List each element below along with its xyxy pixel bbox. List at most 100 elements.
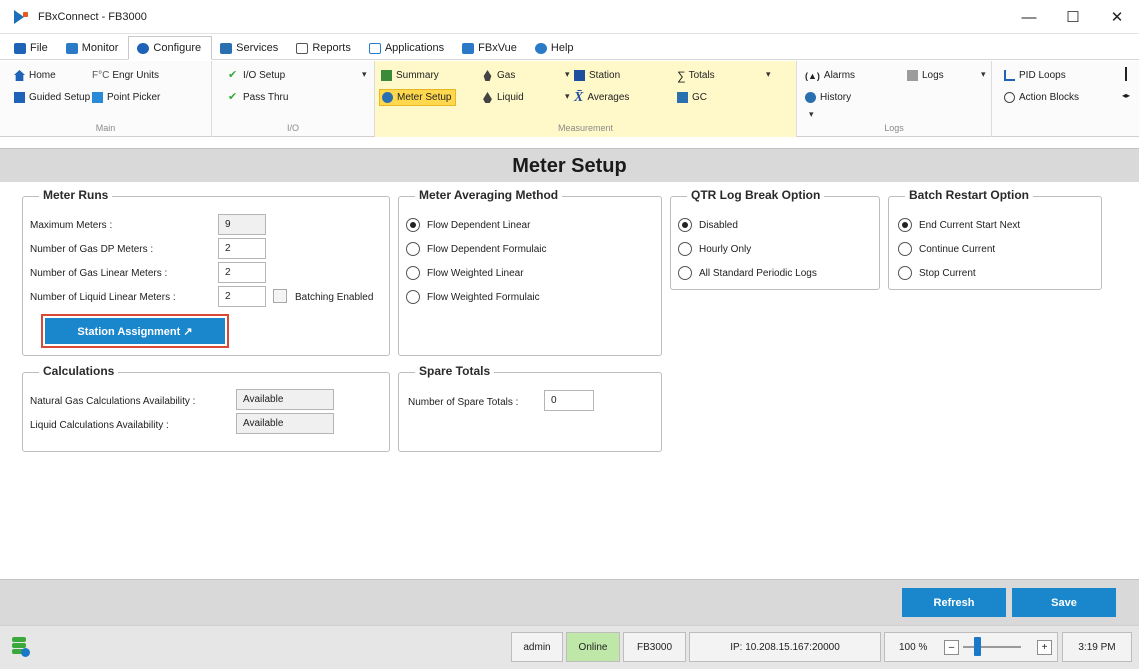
report-icon bbox=[296, 42, 309, 54]
chevron-down-icon[interactable]: ▾ bbox=[981, 69, 986, 80]
maximize-button[interactable]: ☐ bbox=[1051, 0, 1095, 34]
batch-option[interactable]: End Current Start Next bbox=[898, 218, 1020, 232]
batching-enabled-label: Batching Enabled bbox=[295, 292, 374, 303]
close-button[interactable]: ✕ bbox=[1095, 0, 1139, 34]
ribbon-scroll-arrow-icon[interactable]: ◂▸ bbox=[1122, 91, 1130, 100]
tab-help[interactable]: Help bbox=[527, 37, 584, 59]
ribbon-meter-setup[interactable]: Meter Setup bbox=[379, 89, 457, 106]
batching-enabled-checkbox[interactable] bbox=[273, 289, 287, 303]
qtr-option[interactable]: All Standard Periodic Logs bbox=[678, 266, 817, 280]
tab-fbxvue[interactable]: FBxVue bbox=[454, 37, 527, 59]
ip-status: IP: 10.208.15.167:20000 bbox=[689, 632, 881, 662]
ribbon-scroll-handle[interactable] bbox=[1125, 67, 1127, 81]
ribbon-home[interactable]: Home bbox=[14, 67, 56, 84]
checkmark-icon: ✔ bbox=[228, 69, 238, 81]
ribbon-io-setup[interactable]: ✔ I/O Setup bbox=[228, 67, 285, 84]
ribbon-alarms[interactable]: (▲) Alarms bbox=[805, 67, 855, 84]
spare-totals-group: Spare Totals bbox=[398, 364, 662, 452]
batch-option[interactable]: Stop Current bbox=[898, 266, 976, 280]
averaging-option[interactable]: Flow Weighted Linear bbox=[406, 266, 524, 280]
ribbon-action-blocks[interactable]: Action Blocks bbox=[1004, 89, 1079, 106]
ribbon-gas[interactable]: Gas bbox=[482, 67, 515, 84]
ribbon-liquid[interactable]: Liquid bbox=[482, 89, 524, 106]
radio-icon bbox=[678, 242, 692, 256]
pid-loop-icon bbox=[1004, 70, 1015, 81]
averaging-option[interactable]: Flow Weighted Formulaic bbox=[406, 290, 540, 304]
ribbon-guided-setup[interactable]: Guided Setup bbox=[14, 89, 90, 106]
qtr-option[interactable]: Disabled bbox=[678, 218, 738, 232]
gas-dp-meters-field[interactable]: 2 bbox=[218, 238, 266, 259]
ribbon-history[interactable]: History bbox=[805, 89, 851, 106]
checkmark-icon: ✔ bbox=[228, 91, 238, 103]
averaging-option[interactable]: Flow Dependent Formulaic bbox=[406, 242, 547, 256]
window-title: FBxConnect - FB3000 bbox=[38, 10, 147, 23]
ribbon-totals[interactable]: ∑ Totals bbox=[677, 67, 715, 84]
tab-monitor[interactable]: Monitor bbox=[58, 37, 129, 59]
spare-totals-label: Number of Spare Totals : bbox=[408, 397, 519, 408]
point-picker-icon bbox=[92, 92, 103, 103]
spare-totals-field[interactable]: 0 bbox=[544, 390, 594, 411]
radio-selected-icon bbox=[406, 218, 420, 232]
ribbon-pass-thru[interactable]: ✔ Pass Thru bbox=[228, 89, 288, 106]
tab-configure[interactable]: Configure bbox=[128, 36, 213, 60]
gas-flame-icon bbox=[483, 70, 492, 81]
ribbon-group-other: PID Loops Action Blocks ◂▸ bbox=[992, 61, 1139, 137]
meter-setup-icon bbox=[382, 92, 393, 103]
device-status: FB3000 bbox=[623, 632, 686, 662]
averaging-option[interactable]: Flow Dependent Linear bbox=[406, 218, 530, 232]
meter-runs-legend: Meter Runs bbox=[39, 188, 113, 202]
spare-totals-legend: Spare Totals bbox=[415, 364, 495, 378]
tab-services[interactable]: Services bbox=[212, 37, 288, 59]
radio-icon bbox=[406, 266, 420, 280]
ribbon-pid-loops[interactable]: PID Loops bbox=[1004, 67, 1066, 84]
liquid-calc-field: Available bbox=[236, 413, 334, 434]
zoom-slider-track[interactable] bbox=[963, 646, 1021, 648]
ribbon-summary[interactable]: Summary bbox=[381, 67, 439, 84]
ribbon-group-io: ✔ I/O Setup ✔ Pass Thru ▾ I/O bbox=[212, 61, 375, 137]
ribbon-engr-units[interactable]: F°C Engr Units bbox=[92, 67, 159, 84]
zoom-out-button[interactable]: – bbox=[944, 640, 959, 655]
minimize-button[interactable]: — bbox=[1007, 0, 1051, 34]
liquid-calc-label: Liquid Calculations Availability : bbox=[30, 420, 169, 431]
zoom-in-button[interactable]: + bbox=[1037, 640, 1052, 655]
chevron-down-icon[interactable]: ▾ bbox=[766, 69, 771, 80]
tab-file[interactable]: File bbox=[6, 37, 58, 59]
chevron-down-icon[interactable]: ▾ bbox=[362, 69, 367, 80]
liquid-linear-meters-field[interactable]: 2 bbox=[218, 286, 266, 307]
ribbon-group-label: Logs bbox=[884, 123, 904, 133]
chevron-down-icon[interactable]: ▾ bbox=[565, 69, 570, 80]
tab-reports[interactable]: Reports bbox=[288, 37, 361, 59]
natural-gas-calc-field: Available bbox=[236, 389, 334, 410]
ribbon-station[interactable]: Station bbox=[574, 67, 620, 84]
fbxvue-icon bbox=[462, 42, 475, 54]
station-assignment-button[interactable]: Station Assignment ↗ bbox=[41, 314, 229, 348]
station-assignment-label: Station Assignment ↗ bbox=[45, 318, 225, 344]
ribbon-group-measurement: Summary Meter Setup Gas Liquid ▾ Station… bbox=[375, 61, 797, 137]
chevron-down-icon[interactable]: ▾ bbox=[565, 91, 570, 102]
batch-restart-legend: Batch Restart Option bbox=[905, 188, 1034, 202]
app-logo-icon bbox=[14, 9, 32, 24]
refresh-button[interactable]: Refresh bbox=[902, 588, 1006, 617]
ribbon-point-picker[interactable]: Point Picker bbox=[92, 89, 160, 106]
user-status: admin bbox=[511, 632, 563, 662]
alarm-icon: (▲) bbox=[805, 70, 820, 81]
folder-icon bbox=[14, 42, 26, 54]
status-bar: admin Online FB3000 IP: 10.208.15.167:20… bbox=[0, 625, 1139, 669]
tab-applications[interactable]: Applications bbox=[361, 37, 454, 59]
zoom-slider-thumb[interactable] bbox=[974, 637, 981, 656]
history-icon bbox=[805, 92, 816, 103]
averaging-method-legend: Meter Averaging Method bbox=[415, 188, 563, 202]
ribbon-gc[interactable]: GC bbox=[677, 89, 707, 106]
gas-linear-meters-field[interactable]: 2 bbox=[218, 262, 266, 283]
ribbon-group-label: Measurement bbox=[557, 123, 614, 133]
radio-icon bbox=[678, 266, 692, 280]
page-header: Meter Setup bbox=[0, 148, 1139, 182]
ribbon-logs[interactable]: Logs bbox=[907, 67, 944, 84]
liquid-drop-icon bbox=[483, 92, 492, 103]
qtr-option[interactable]: Hourly Only bbox=[678, 242, 751, 256]
natural-gas-calc-label: Natural Gas Calculations Availability : bbox=[30, 396, 196, 407]
batch-option[interactable]: Continue Current bbox=[898, 242, 995, 256]
ribbon-averages[interactable]: X̄ Averages bbox=[574, 89, 629, 106]
chevron-down-icon[interactable]: ▾ bbox=[809, 109, 814, 120]
save-button[interactable]: Save bbox=[1012, 588, 1116, 617]
